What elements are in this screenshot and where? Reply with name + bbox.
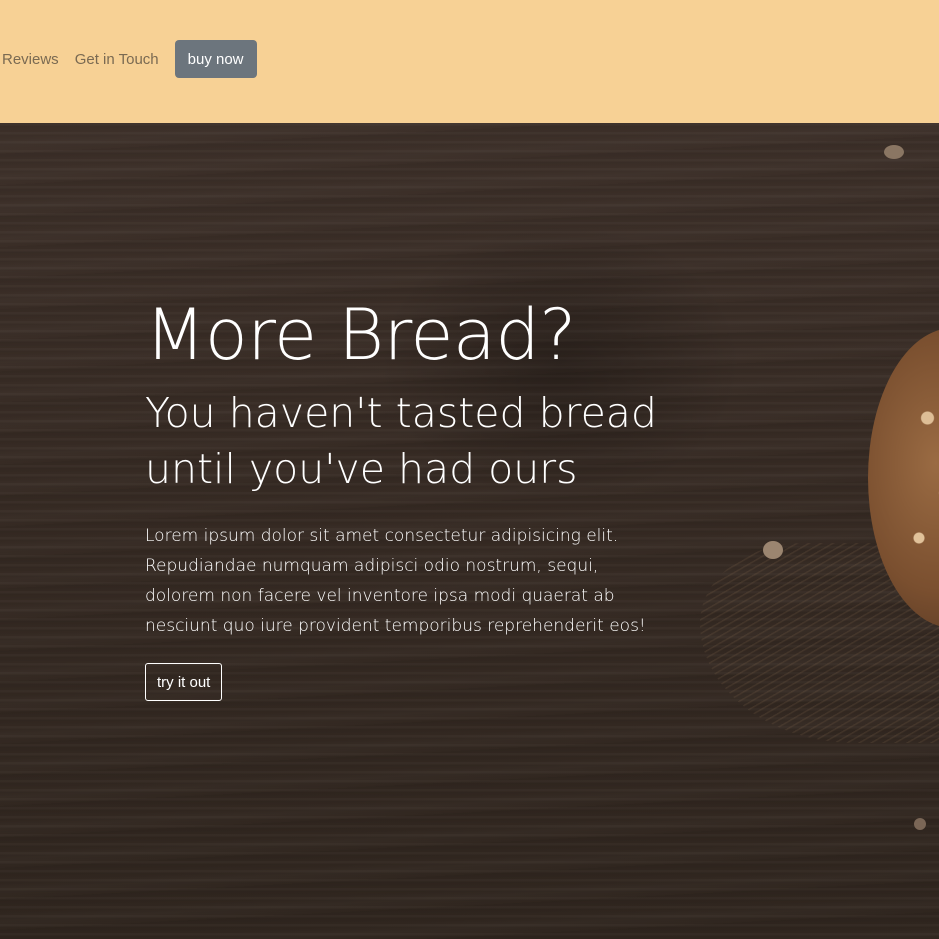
crumb-image (884, 145, 904, 159)
try-it-out-button[interactable]: try it out (145, 663, 223, 701)
navbar: Reviews Get in Touch buy now (0, 0, 939, 123)
hero-title: More Bread? (145, 294, 576, 376)
hero-section: More Bread? You haven't tasted bread unt… (0, 123, 939, 939)
hero-description: Lorem ipsum dolor sit amet consectetur a… (145, 526, 646, 636)
nav-links: Reviews Get in Touch buy now (0, 40, 257, 78)
crumb-image (763, 541, 783, 559)
nav-link-reviews[interactable]: Reviews (2, 51, 59, 68)
hero-content: More Bread? You haven't tasted bread unt… (145, 293, 685, 701)
nav-link-get-in-touch[interactable]: Get in Touch (75, 51, 159, 68)
buy-now-button[interactable]: buy now (174, 40, 257, 78)
crumb-image (914, 818, 926, 830)
hero-subtitle: You haven't tasted bread until you've ha… (145, 389, 657, 493)
